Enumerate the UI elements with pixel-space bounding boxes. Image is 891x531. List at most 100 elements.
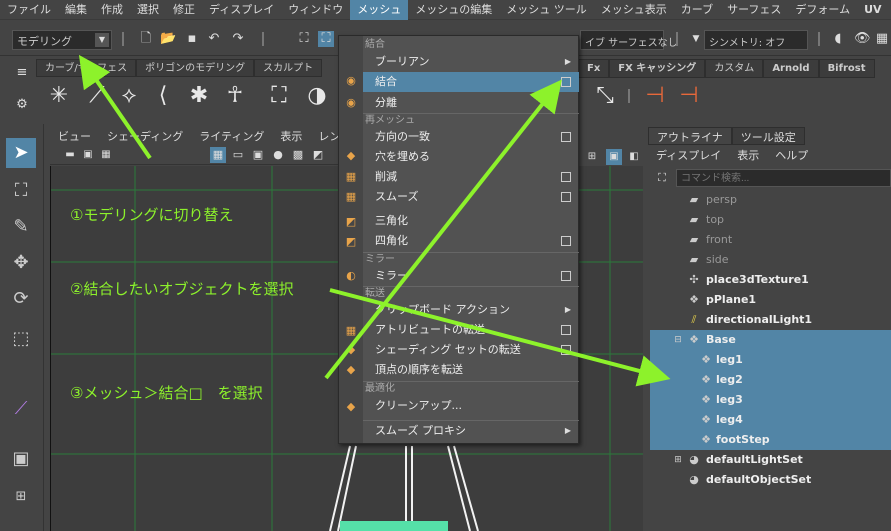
menu-uv[interactable]: UV — [857, 0, 888, 20]
menu-item-clipboard[interactable]: クリップボード アクション ▶ — [363, 300, 579, 320]
menu-item-smooth-proxy[interactable]: スムーズ プロキシ ▶ — [363, 420, 579, 440]
menu-item-fill-hole[interactable]: 穴を埋める — [363, 147, 579, 167]
menu-item-transfer-vertex-order[interactable]: 頂点の順序を転送 — [363, 360, 579, 380]
tab-poly-modeling[interactable]: ポリゴンのモデリング — [136, 59, 255, 77]
menu-select[interactable]: 選択 — [130, 0, 166, 20]
menu-window[interactable]: ウィンドウ — [281, 0, 350, 20]
outliner-item-leg4[interactable]: ❖ leg4 — [650, 410, 891, 430]
vp-menu-lighting[interactable]: ライティング — [191, 127, 272, 145]
sphere-icon[interactable]: ◑ — [302, 81, 332, 111]
lights-icon[interactable]: ◩ — [310, 147, 326, 163]
option-box-icon[interactable] — [561, 77, 571, 87]
layout-single-icon[interactable]: ▣ — [6, 444, 36, 474]
vp-menu-view[interactable]: ビュー — [50, 127, 99, 145]
grid-toggle-icon[interactable]: ▦ — [210, 147, 226, 163]
outliner-item-directional-light[interactable]: ⫽ directionalLight1 — [650, 310, 891, 330]
menu-item-conform[interactable]: 方向の一致 — [363, 127, 579, 147]
joint-icon[interactable]: ✳ — [44, 81, 74, 111]
menu-set-select[interactable]: モデリング ▼ — [12, 30, 112, 50]
undo-icon[interactable]: ↶ — [206, 31, 222, 47]
filter-icon[interactable]: ⛶ — [654, 170, 670, 186]
outliner-item-default-light-set[interactable]: ⊞ ◕ defaultLightSet — [650, 450, 891, 470]
outliner-item-place3dtexture[interactable]: ✣ place3dTexture1 — [650, 270, 891, 290]
menu-item-mirror[interactable]: ミラー — [363, 266, 579, 286]
paint-select-icon[interactable]: ✎ — [6, 212, 36, 242]
outliner-item-pplane[interactable]: ❖ pPlane1 — [650, 290, 891, 310]
scale-tool-icon[interactable]: ⬚ — [6, 324, 36, 354]
textured-icon[interactable]: ▩ — [290, 147, 306, 163]
select-tool-icon[interactable]: ➤ — [6, 138, 36, 168]
menu-deform[interactable]: デフォーム — [788, 0, 857, 20]
bind-skin-icon[interactable]: ⛶ — [264, 81, 294, 111]
menu-mesh-display[interactable]: メッシュ表示 — [594, 0, 674, 20]
outliner-menu-display[interactable]: ディスプレイ — [648, 145, 729, 165]
menu-modify[interactable]: 修正 — [166, 0, 202, 20]
tab-curves-surfaces[interactable]: カーブ/サーフェス — [36, 59, 137, 77]
select-object-icon[interactable]: ⛶ — [318, 31, 334, 47]
menu-item-transfer-shading[interactable]: シェーディング セットの転送 — [363, 340, 579, 360]
menu-edit-mesh[interactable]: メッシュの編集 — [408, 0, 499, 20]
outliner-item-persp[interactable]: ▰ persp — [650, 190, 891, 210]
menu-display[interactable]: ディスプレイ — [202, 0, 281, 20]
symmetry-select[interactable]: シンメトリ: オフ — [704, 30, 808, 50]
outliner-item-leg3[interactable]: ❖ leg3 — [650, 390, 891, 410]
menu-mesh-tools[interactable]: メッシュ ツール — [499, 0, 594, 20]
collapse-icon[interactable]: ⊟ — [670, 332, 686, 348]
option-box-icon[interactable] — [561, 345, 571, 355]
tab-tool-settings[interactable]: ツール設定 — [731, 127, 805, 145]
menu-item-cleanup[interactable]: クリーンアップ... — [363, 396, 579, 416]
menu-item-reduce[interactable]: 削減 — [363, 167, 579, 187]
menu-surfaces[interactable]: サーフェス — [720, 0, 788, 20]
outliner-item-leg2[interactable]: ❖ leg2 — [650, 370, 891, 390]
menu-item-transfer-attributes[interactable]: アトリビュートの転送 — [363, 320, 579, 340]
human-ik-icon[interactable]: ✱ — [184, 81, 214, 111]
expand-icon[interactable]: ⊞ — [670, 452, 686, 468]
outliner-item-front[interactable]: ▰ front — [650, 230, 891, 250]
menu-item-triangulate[interactable]: 三角化 — [363, 211, 579, 231]
option-box-icon[interactable] — [561, 192, 571, 202]
menu-item-boolean[interactable]: ブーリアン ▶ — [363, 52, 579, 72]
resolution-gate-icon[interactable]: ⊞ — [584, 149, 600, 165]
quick-rig-icon[interactable]: ☥ — [220, 81, 250, 111]
wireframe-icon[interactable]: ▣ — [250, 147, 266, 163]
option-box-icon[interactable] — [561, 325, 571, 335]
new-scene-icon[interactable]: 🗋 — [138, 31, 154, 47]
vp-menu-shading[interactable]: シェーディング — [99, 127, 191, 145]
outliner-item-footstep[interactable]: ❖ footStep — [650, 430, 891, 450]
rotate-tool-icon[interactable]: ⟳ — [6, 284, 36, 314]
camera-icon[interactable]: ▬ — [62, 147, 78, 163]
menu-item-separate[interactable]: 分離 — [363, 93, 579, 113]
lasso-tool-icon[interactable]: ⛶ — [6, 176, 36, 206]
eye-icon[interactable]: 👁 — [854, 31, 871, 47]
film-gate-icon[interactable]: ▭ — [230, 147, 246, 163]
isolate-icon[interactable]: ▣ — [606, 149, 622, 165]
outliner-menu-show[interactable]: 表示 — [729, 145, 767, 165]
camera-attr-icon[interactable]: ▣ — [80, 147, 96, 163]
ik-spline-icon[interactable]: ⟡ — [114, 81, 144, 111]
option-box-icon[interactable] — [561, 236, 571, 246]
tab-sculpt[interactable]: スカルプト — [254, 59, 323, 77]
tab-fx-caching[interactable]: FX キャッシング — [609, 59, 706, 78]
outliner-item-leg1[interactable]: ❖ leg1 — [650, 350, 891, 370]
save-scene-icon[interactable]: ▪ — [184, 31, 200, 47]
gear-icon[interactable]: ⚙ — [14, 97, 30, 113]
chevron-down-icon[interactable]: ▼ — [688, 31, 704, 47]
option-box-icon[interactable] — [561, 172, 571, 182]
menu-item-smooth[interactable]: スムーズ — [363, 187, 579, 207]
vp-menu-show[interactable]: 表示 — [272, 127, 310, 145]
option-box-icon[interactable] — [561, 271, 571, 281]
redo-icon[interactable]: ↷ — [230, 31, 246, 47]
menu-file[interactable]: ファイル — [0, 0, 58, 20]
aim-constraint-icon[interactable]: ⊣ — [674, 81, 704, 111]
outliner-item-default-object-set[interactable]: ◕ defaultObjectSet — [650, 470, 891, 490]
tab-bifrost[interactable]: Bifrost — [818, 59, 875, 78]
surface-select[interactable]: イブ サーフェスなし — [580, 30, 678, 50]
layout-quad-icon[interactable]: ⊞ — [6, 482, 36, 512]
last-tool-icon[interactable]: ⟋ — [6, 394, 36, 424]
ik-handle-icon[interactable]: ⟋ — [82, 81, 112, 111]
menu-create[interactable]: 作成 — [94, 0, 130, 20]
outliner-menu-help[interactable]: ヘルプ — [767, 145, 816, 165]
tab-fx[interactable]: Fx — [578, 59, 610, 78]
menu-icon[interactable]: ≡ — [14, 65, 30, 81]
menu-item-quadrangulate[interactable]: 四角化 — [363, 231, 579, 251]
